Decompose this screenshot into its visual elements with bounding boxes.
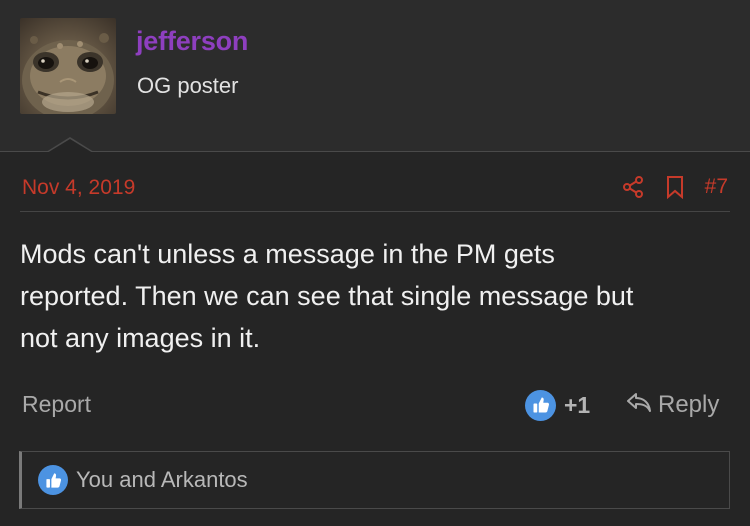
reaction-summary[interactable]: +1 bbox=[525, 389, 590, 421]
user-header: jefferson OG poster bbox=[0, 0, 750, 152]
toad-avatar-icon bbox=[22, 33, 114, 114]
user-title: OG poster bbox=[137, 73, 239, 98]
bookmark-icon[interactable] bbox=[665, 175, 685, 199]
reply-button[interactable]: Reply bbox=[626, 389, 719, 421]
like-icon bbox=[38, 465, 68, 495]
share-icon[interactable] bbox=[621, 175, 645, 199]
header-pointer-fill bbox=[47, 139, 93, 153]
meta-divider bbox=[20, 211, 730, 212]
reply-arrow-icon bbox=[626, 390, 652, 421]
post-number-link[interactable]: #7 bbox=[705, 175, 728, 199]
post-meta-actions: #7 bbox=[621, 172, 728, 202]
reactions-bar[interactable]: You and Arkantos bbox=[19, 451, 730, 509]
reaction-users-link[interactable]: You and Arkantos bbox=[76, 467, 248, 493]
report-link[interactable]: Report bbox=[22, 391, 91, 418]
like-icon bbox=[525, 389, 556, 421]
post-date-link[interactable]: Nov 4, 2019 bbox=[22, 176, 135, 200]
username-link[interactable]: jefferson bbox=[136, 26, 248, 57]
user-avatar[interactable] bbox=[20, 18, 116, 114]
reply-label: Reply bbox=[658, 391, 720, 418]
like-count: +1 bbox=[564, 391, 591, 418]
post-body-text: Mods can't unless a message in the PM ge… bbox=[20, 239, 634, 353]
